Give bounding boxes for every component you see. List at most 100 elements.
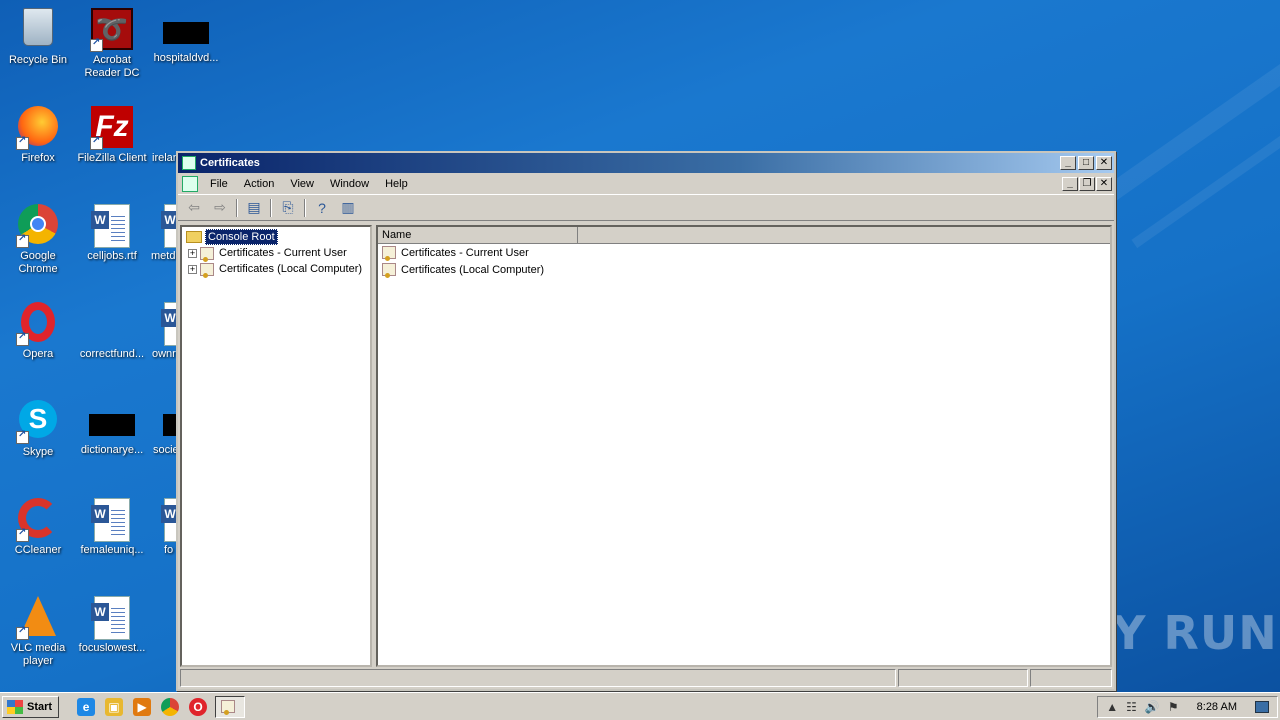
list-header: Name bbox=[378, 227, 1110, 244]
menu-action[interactable]: Action bbox=[236, 176, 283, 192]
title-bar[interactable]: Certificates _ □ ✕ bbox=[178, 153, 1114, 173]
action-center-flag-icon[interactable]: ⚑ bbox=[1168, 700, 1179, 714]
certificate-store-icon bbox=[382, 246, 396, 261]
console-menu-icon[interactable] bbox=[182, 175, 198, 192]
shortcut-arrow-icon bbox=[16, 625, 29, 640]
start-button[interactable]: Start bbox=[2, 695, 60, 718]
status-cell bbox=[898, 669, 1028, 687]
icon-label: Firefox bbox=[21, 152, 55, 164]
desktop-icon-fo[interactable]: W fo bbox=[148, 494, 176, 557]
system-tray: ▲ ☷ 🔊 ⚑ 8:28 AM bbox=[1097, 695, 1278, 718]
status-cell bbox=[1030, 669, 1112, 687]
file-icon bbox=[158, 106, 176, 150]
desktop-icon-metd[interactable]: W metd bbox=[148, 200, 176, 263]
shortcut-arrow-icon bbox=[16, 135, 29, 150]
show-hide-action-pane-icon[interactable]: ▥ bbox=[338, 199, 358, 217]
desktop-icon-celljobs[interactable]: W celljobs.rtf bbox=[74, 200, 150, 263]
export-list-icon[interactable]: ⎘ bbox=[278, 199, 298, 217]
desktop-icon-ccleaner[interactable]: CCleaner bbox=[0, 494, 76, 557]
taskbar-item-certificates[interactable] bbox=[215, 695, 246, 718]
certificate-store-icon bbox=[200, 262, 214, 278]
icon-label: socie bbox=[153, 444, 176, 456]
vlc-cone-icon bbox=[16, 596, 60, 640]
desktop-icon-skype[interactable]: S Skype bbox=[0, 396, 76, 459]
tree-node-local-computer[interactable]: + Certificates (Local Computer) bbox=[186, 261, 366, 278]
menu-help[interactable]: Help bbox=[377, 176, 416, 192]
desktop-icon-acrobat-reader[interactable]: ➰ Acrobat Reader DC bbox=[74, 4, 150, 80]
console-tree[interactable]: Console Root + Certificates - Current Us… bbox=[180, 225, 372, 667]
tree-node-console-root[interactable]: Console Root bbox=[186, 229, 366, 245]
tree-node-label: Console Root bbox=[205, 229, 278, 245]
desktop-icon-femaleuniq[interactable]: W femaleuniq... bbox=[74, 494, 150, 557]
desktop-icon-recycle-bin[interactable]: Recycle Bin bbox=[0, 4, 76, 67]
toolbar-separator bbox=[304, 198, 306, 217]
child-minimize-button[interactable]: _ bbox=[1062, 176, 1078, 191]
maximize-button[interactable]: □ bbox=[1078, 156, 1094, 170]
desktop-icon-focuslowest[interactable]: W focuslowest... bbox=[74, 592, 150, 655]
desktop-icon-firefox[interactable]: Firefox bbox=[0, 102, 76, 165]
forward-arrow-icon[interactable]: ⇨ bbox=[210, 199, 230, 217]
icon-label: correctfund... bbox=[79, 348, 145, 360]
desktop-icon-dictionarye[interactable]: dictionarye... bbox=[74, 396, 150, 457]
list-item[interactable]: Certificates - Current User bbox=[378, 244, 1110, 261]
menu-window[interactable]: Window bbox=[322, 176, 377, 192]
quick-launch: e ▣ ▶ O bbox=[77, 697, 208, 716]
list-item[interactable]: Certificates (Local Computer) bbox=[378, 261, 1110, 278]
shortcut-arrow-icon bbox=[90, 135, 103, 150]
tree-node-label: Certificates - Current User bbox=[219, 247, 347, 259]
close-button[interactable]: ✕ bbox=[1096, 156, 1112, 170]
recycle-bin-icon bbox=[16, 8, 60, 52]
volume-icon[interactable]: 🔊 bbox=[1145, 700, 1160, 714]
desktop-icon-correctfund[interactable]: correctfund... bbox=[74, 298, 150, 361]
media-player-icon[interactable]: ▶ bbox=[133, 697, 152, 716]
icon-label: ownr bbox=[152, 348, 176, 360]
start-label: Start bbox=[27, 700, 53, 713]
skype-icon: S bbox=[16, 400, 60, 444]
child-close-button[interactable]: ✕ bbox=[1096, 176, 1112, 191]
minimize-button[interactable]: _ bbox=[1060, 156, 1076, 170]
show-desktop-icon[interactable] bbox=[1255, 700, 1269, 713]
expand-plus-icon[interactable]: + bbox=[188, 248, 197, 258]
tree-node-current-user[interactable]: + Certificates - Current User bbox=[186, 245, 366, 262]
expand-plus-icon[interactable]: + bbox=[188, 264, 197, 274]
desktop-icon-opera[interactable]: Opera bbox=[0, 298, 76, 361]
menu-view[interactable]: View bbox=[282, 176, 322, 192]
column-header-name[interactable]: Name bbox=[378, 227, 578, 243]
desktop-icon-filezilla[interactable]: Fz FileZilla Client bbox=[74, 102, 150, 165]
opera-taskbar-icon[interactable]: O bbox=[189, 697, 208, 716]
desktop-icon-socie[interactable]: socie bbox=[148, 396, 176, 457]
chrome-taskbar-icon[interactable] bbox=[161, 697, 180, 716]
help-icon[interactable]: ? bbox=[312, 199, 332, 217]
network-icon[interactable]: ☷ bbox=[1126, 700, 1137, 714]
menu-file[interactable]: File bbox=[202, 176, 236, 192]
word-document-icon: W bbox=[91, 596, 130, 640]
icon-label: hospitaldvd... bbox=[153, 52, 219, 64]
show-hide-console-tree-icon[interactable]: ▤ bbox=[244, 199, 264, 217]
certificates-window[interactable]: Certificates _ □ ✕ File Action View Wind… bbox=[176, 151, 1116, 691]
child-restore-button[interactable]: ❐ bbox=[1079, 176, 1095, 191]
column-header-empty bbox=[578, 227, 1110, 243]
file-explorer-icon[interactable]: ▣ bbox=[105, 697, 124, 716]
list-item-label: Certificates - Current User bbox=[401, 246, 529, 259]
tree-node-label: Certificates (Local Computer) bbox=[219, 263, 363, 275]
clock[interactable]: 8:28 AM bbox=[1197, 701, 1237, 713]
icon-label: VLC media player bbox=[10, 642, 66, 667]
word-document-icon: W bbox=[161, 498, 176, 542]
desktop-icon-ownr[interactable]: W ownr bbox=[148, 298, 176, 361]
internet-explorer-icon[interactable]: e bbox=[77, 697, 96, 716]
shortcut-arrow-icon bbox=[90, 37, 103, 52]
show-hidden-icons-chevron-icon[interactable]: ▲ bbox=[1106, 700, 1118, 714]
chrome-icon bbox=[16, 204, 60, 248]
taskbar: Start e ▣ ▶ O ▲ ☷ 🔊 ⚑ 8:28 AM bbox=[0, 692, 1280, 720]
desktop-icon-irelan[interactable]: irelan bbox=[148, 102, 176, 165]
desktop-icon-google-chrome[interactable]: Google Chrome bbox=[0, 200, 76, 276]
desktop-icon-vlc[interactable]: VLC media player bbox=[0, 592, 76, 668]
desktop-icon-hospitaldvd[interactable]: hospitaldvd... bbox=[148, 4, 224, 65]
icon-label: metd bbox=[151, 250, 176, 262]
results-list[interactable]: Name Certificates - Current User Certifi… bbox=[376, 225, 1112, 667]
back-arrow-icon[interactable]: ⇦ bbox=[184, 199, 204, 217]
icon-label: irelan bbox=[152, 152, 176, 164]
icon-label: femaleuniq... bbox=[80, 544, 144, 556]
icon-label: FileZilla Client bbox=[77, 152, 147, 164]
shortcut-arrow-icon bbox=[16, 331, 29, 346]
